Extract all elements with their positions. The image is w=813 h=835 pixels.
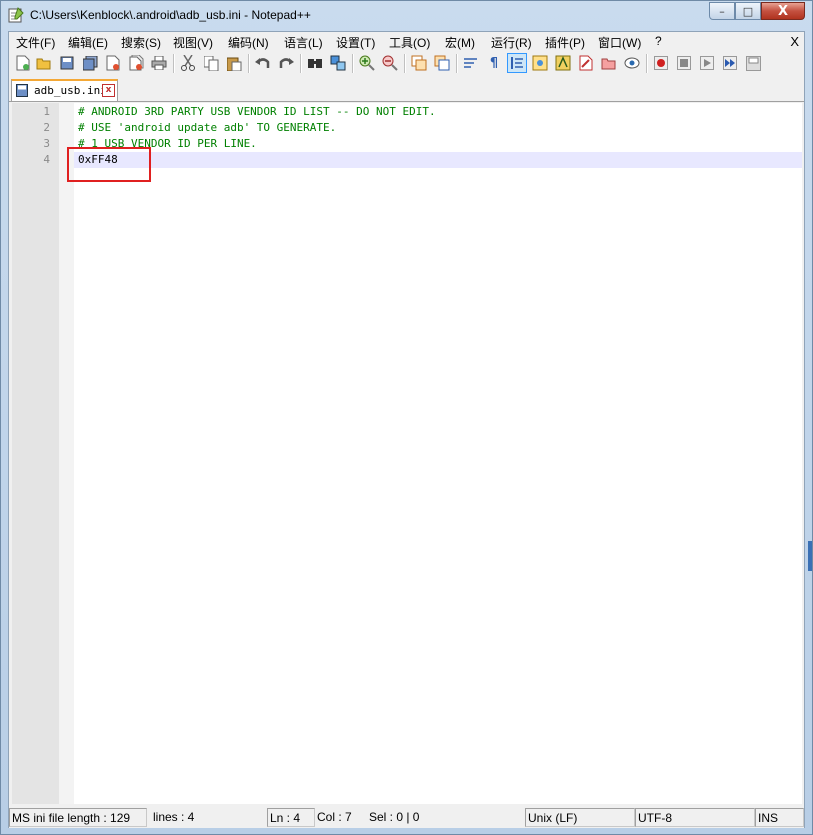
- doc-map-icon[interactable]: [531, 54, 549, 72]
- line-number: 4: [43, 153, 50, 166]
- tab-bar: adb_usb.ini x: [9, 77, 804, 102]
- menu-tools[interactable]: 工具(O): [389, 34, 430, 51]
- menu-view[interactable]: 视图(V): [173, 34, 213, 51]
- monitoring-icon[interactable]: [623, 54, 641, 72]
- tab-adb-usb-ini[interactable]: adb_usb.ini x: [11, 79, 118, 101]
- zoom-in-icon[interactable]: [358, 54, 376, 72]
- undo-icon[interactable]: [254, 54, 272, 72]
- notepadpp-app-icon: [8, 7, 24, 23]
- sync-vertical-icon[interactable]: [410, 54, 428, 72]
- stop-macro-icon[interactable]: [675, 54, 693, 72]
- new-file-icon[interactable]: [14, 54, 32, 72]
- window-controls: – □ X: [709, 2, 805, 21]
- paste-icon[interactable]: [225, 54, 243, 72]
- indent-guide-icon[interactable]: [507, 53, 527, 73]
- status-sel: Sel : 0 | 0: [369, 810, 420, 824]
- close-icon[interactable]: [104, 54, 122, 72]
- sync-horizontal-icon[interactable]: [433, 54, 451, 72]
- code-line[interactable]: # ANDROID 3RD PARTY USB VENDOR ID LIST -…: [78, 104, 436, 120]
- zoom-out-icon[interactable]: [381, 54, 399, 72]
- status-eol: Unix (LF): [525, 808, 635, 827]
- menu-settings[interactable]: 设置(T): [336, 34, 375, 51]
- status-file-info: MS ini file length : 129: [9, 808, 147, 827]
- toolbar: ¶: [9, 51, 804, 76]
- menu-macro[interactable]: 宏(M): [445, 34, 475, 51]
- menu-file[interactable]: 文件(F): [16, 34, 55, 51]
- save-macro-icon[interactable]: [744, 54, 762, 72]
- function-list-icon[interactable]: [554, 54, 572, 72]
- tab-close-button[interactable]: x: [102, 84, 115, 97]
- close-all-icon[interactable]: [127, 54, 145, 72]
- menu-plugins[interactable]: 插件(P): [545, 34, 585, 51]
- play-macro-icon[interactable]: [698, 54, 716, 72]
- replace-icon[interactable]: [329, 54, 347, 72]
- line-number: 3: [43, 137, 50, 150]
- menu-help[interactable]: ?: [655, 34, 662, 48]
- find-icon[interactable]: [306, 54, 324, 72]
- line-number: 1: [43, 105, 50, 118]
- minimize-button[interactable]: –: [709, 2, 735, 20]
- print-icon[interactable]: [150, 54, 168, 72]
- save-all-icon[interactable]: [81, 54, 99, 72]
- run-macro-multiple-icon[interactable]: [721, 54, 739, 72]
- word-wrap-icon[interactable]: [462, 54, 480, 72]
- menu-bar: 文件(F) 编辑(E) 搜索(S) 视图(V) 编码(N) 语言(L) 设置(T…: [9, 32, 804, 51]
- menu-language[interactable]: 语言(L): [284, 34, 323, 51]
- status-lines: lines : 4: [153, 810, 195, 824]
- current-line-highlight: [74, 152, 802, 168]
- text-editor[interactable]: 1 2 3 4 # ANDROID 3RD PARTY USB VENDOR I…: [12, 103, 802, 804]
- status-col: Col : 7: [317, 810, 352, 824]
- status-ln: Ln : 4: [267, 808, 315, 827]
- copy-icon[interactable]: [202, 54, 220, 72]
- open-file-icon[interactable]: [35, 54, 53, 72]
- red-annotation-box: [67, 147, 151, 182]
- line-number-gutter: [12, 103, 59, 804]
- save-icon[interactable]: [58, 54, 76, 72]
- status-insert-mode: INS: [755, 808, 804, 827]
- menu-close-document-button[interactable]: X: [790, 34, 799, 49]
- record-macro-icon[interactable]: [652, 54, 670, 72]
- menu-edit[interactable]: 编辑(E): [68, 34, 108, 51]
- notepadpp-window: C:\Users\Kenblock\.android\adb_usb.ini -…: [0, 0, 813, 835]
- line-number: 2: [43, 121, 50, 134]
- redo-icon[interactable]: [277, 54, 295, 72]
- client-area: 文件(F) 编辑(E) 搜索(S) 视图(V) 编码(N) 语言(L) 设置(T…: [8, 31, 805, 828]
- show-all-chars-icon[interactable]: ¶: [485, 54, 503, 72]
- status-encoding: UTF-8: [635, 808, 755, 827]
- title-bar[interactable]: C:\Users\Kenblock\.android\adb_usb.ini -…: [1, 1, 812, 31]
- window-title: C:\Users\Kenblock\.android\adb_usb.ini -…: [30, 8, 311, 22]
- menu-search[interactable]: 搜索(S): [121, 34, 161, 51]
- fold-margin: [59, 103, 74, 804]
- maximize-button[interactable]: □: [735, 2, 761, 20]
- folder-as-workspace-icon[interactable]: [577, 54, 595, 72]
- tab-label: adb_usb.ini: [34, 84, 107, 97]
- saved-file-icon: [16, 84, 28, 97]
- menu-window[interactable]: 窗口(W): [598, 34, 641, 51]
- menu-encoding[interactable]: 编码(N): [228, 34, 269, 51]
- close-button[interactable]: X: [761, 2, 805, 20]
- status-bar: MS ini file length : 129 lines : 4 Ln : …: [9, 807, 804, 828]
- desktop-edge-sliver: [808, 541, 812, 571]
- folder-icon[interactable]: [600, 54, 618, 72]
- cut-icon[interactable]: [179, 54, 197, 72]
- code-line[interactable]: # USE 'android update adb' TO GENERATE.: [78, 120, 336, 136]
- menu-run[interactable]: 运行(R): [491, 34, 532, 51]
